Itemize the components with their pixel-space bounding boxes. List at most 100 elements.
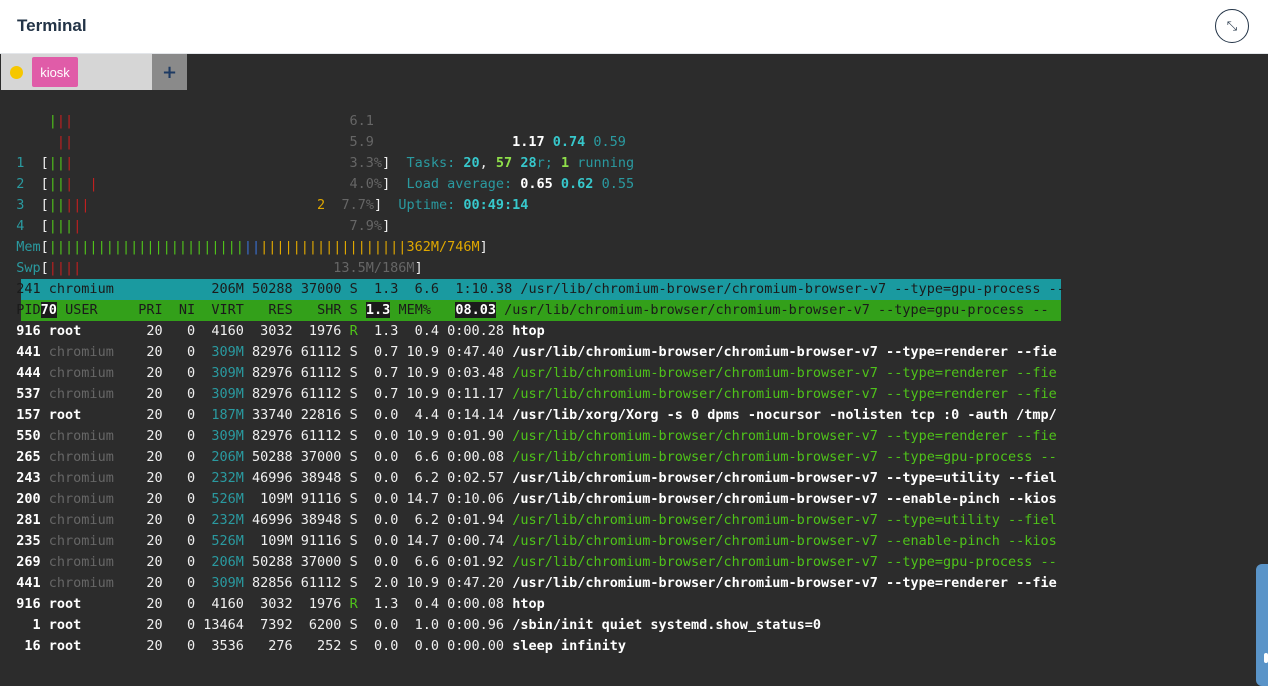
user-cell: chromium — [48, 386, 122, 402]
state-cell: S — [349, 365, 358, 381]
process-row[interactable]: 550 chromium 20 0 309M 82976 61112 S 0.0… — [0, 426, 1057, 447]
process-row[interactable]: 444 chromium 20 0 309M 82976 61112 S 0.7… — [0, 363, 1056, 384]
res-cell: 3032 — [243, 323, 293, 339]
user-cell: root — [48, 617, 122, 633]
virt-cell: 309M — [195, 344, 244, 360]
command-cell: /usr/lib/chromium-browser/chromium-brows… — [512, 449, 1057, 465]
terminal-output[interactable]: ||| 6.1 || 5.9 1.17 0.74 0.59 1 [||| 3.3… — [0, 90, 1268, 686]
user-cell: chromium — [48, 512, 122, 528]
pid-cell: 16 — [16, 638, 41, 654]
ni-cell: 0 — [162, 575, 196, 591]
user-cell: chromium — [48, 491, 122, 507]
shr-cell: 61112 — [292, 386, 342, 402]
shr-cell: 61112 — [292, 365, 342, 381]
time-cell: 0:01.94 — [439, 512, 505, 528]
shr-cell: 61112 — [292, 428, 342, 444]
cpu-cell: 0.0 — [357, 470, 399, 486]
process-row[interactable]: 16 root 20 0 3536 276 252 S 0.0 0.0 0:00… — [0, 636, 626, 657]
cpu-cell: 0.7 — [357, 365, 399, 381]
cpu-cell: 0.0 — [357, 638, 399, 654]
time-cell: 0:00.96 — [439, 617, 505, 633]
process-row[interactable]: 265 chromium 20 0 206M 50288 37000 S 0.0… — [0, 447, 1057, 468]
pri-cell: 20 — [121, 533, 163, 549]
virt-cell: 4160 — [195, 323, 244, 339]
command-cell: /sbin/init quiet systemd.show_status=0 — [512, 617, 822, 633]
pid-cell: 157 — [16, 407, 41, 423]
state-cell: S — [349, 491, 358, 507]
mem-cell: 14.7 — [398, 491, 440, 507]
ni-cell: 0 — [162, 407, 196, 423]
shr-cell: 91116 — [292, 491, 342, 507]
process-row[interactable]: 200 chromium 20 0 526M 109M 91116 S 0.0 … — [0, 489, 1057, 510]
shr-cell: 61112 — [292, 344, 342, 360]
process-row[interactable]: 916 root 20 0 4160 3032 1976 R 1.3 0.4 0… — [0, 594, 544, 615]
res-cell: 50288 — [243, 449, 293, 465]
cpu-bar-2: 2 [||| | 4.0%] Load average: 0.65 0.62 0… — [16, 176, 635, 192]
state-cell: S — [349, 386, 358, 402]
time-cell: 0:02.57 — [439, 470, 505, 486]
process-row[interactable]: 441 chromium 20 0 309M 82976 61112 S 0.7… — [0, 342, 1056, 363]
res-cell: 82976 — [243, 428, 293, 444]
state-cell: S — [349, 512, 358, 528]
process-row[interactable]: 235 chromium 20 0 526M 109M 91116 S 0.0 … — [0, 531, 1056, 552]
shr-cell: 37000 — [292, 449, 342, 465]
pri-cell: 20 — [121, 554, 163, 570]
time-cell: 0:47.20 — [439, 575, 505, 591]
pri-cell: 20 — [121, 470, 163, 486]
virt-cell: 206M — [195, 554, 244, 570]
mem-cell: 4.4 — [398, 407, 440, 423]
user-cell: chromium — [48, 365, 122, 381]
mem-cell: 6.6 — [398, 449, 440, 465]
time-cell: 0:00.74 — [439, 533, 505, 549]
process-row[interactable]: 916 root 20 0 4160 3032 1976 R 1.3 0.4 0… — [0, 321, 544, 342]
window-titlebar: Terminal ⤡ — [0, 0, 1268, 54]
user-cell: root — [48, 407, 122, 423]
pid-cell: 916 — [16, 323, 41, 339]
pid-cell: 444 — [16, 365, 41, 381]
cpu-graph-line: ||| 6.1 — [48, 113, 374, 129]
column-header-row[interactable]: PID70 USER PRI NI VIRT RES SHR S 1.3 MEM… — [0, 300, 1049, 321]
state-cell: S — [349, 470, 358, 486]
process-row[interactable]: 243 chromium 20 0 232M 46996 38948 S 0.0… — [0, 468, 1056, 489]
side-panel-handle[interactable] — [1256, 564, 1268, 686]
process-row[interactable]: 441 chromium 20 0 309M 82856 61112 S 2.0… — [0, 573, 1056, 594]
pid-cell: 243 — [16, 470, 41, 486]
cpu-cell: 0.0 — [357, 533, 399, 549]
shr-cell: 1976 — [292, 596, 342, 612]
res-cell: 82976 — [243, 365, 293, 381]
cpu-graph-line: || 5.9 1.17 0.74 0.59 — [56, 134, 626, 150]
process-row-selected[interactable]: 241 chromium 206M 50288 37000 S 1.3 6.6 … — [0, 279, 1065, 300]
process-row[interactable]: 1 root 20 0 13464 7392 6200 S 0.0 1.0 0:… — [0, 615, 822, 636]
user-cell: chromium — [48, 449, 122, 465]
pid-cell: 537 — [16, 386, 41, 402]
res-cell: 109M — [243, 533, 293, 549]
shr-cell: 37000 — [292, 554, 342, 570]
tab-kiosk[interactable]: kiosk — [32, 57, 78, 87]
process-row[interactable]: 269 chromium 20 0 206M 50288 37000 S 0.0… — [0, 552, 1056, 573]
command-cell: /usr/lib/chromium-browser/chromium-brows… — [512, 491, 1057, 507]
command-cell: sleep infinity — [512, 638, 626, 654]
time-cell: 0:01.90 — [439, 428, 505, 444]
mem-cell: 10.9 — [398, 575, 440, 591]
pid-cell: 441 — [16, 575, 41, 591]
mem-cell: 10.9 — [398, 344, 440, 360]
command-cell: /usr/lib/chromium-browser/chromium-brows… — [512, 428, 1057, 444]
time-cell: 0:01.92 — [439, 554, 505, 570]
state-cell: S — [349, 344, 358, 360]
ni-cell: 0 — [162, 344, 196, 360]
pid-cell: 1 — [16, 617, 41, 633]
time-cell: 0:03.48 — [439, 365, 505, 381]
process-row[interactable]: 281 chromium 20 0 232M 46996 38948 S 0.0… — [0, 510, 1056, 531]
collapse-arrows-icon[interactable]: ⤡ — [1215, 9, 1249, 43]
cpu-bar-3: 3 [||||| 2 7.7%] Uptime: 00:49:14 — [16, 197, 529, 213]
cpu-cell: 0.0 — [357, 407, 399, 423]
state-cell: S — [349, 575, 358, 591]
mem-cell: 0.4 — [398, 596, 440, 612]
ni-cell: 0 — [162, 365, 196, 381]
state-cell: S — [349, 533, 358, 549]
mem-cell: 0.4 — [398, 323, 440, 339]
add-tab-button[interactable]: + — [152, 54, 187, 90]
time-cell: 0:00.00 — [439, 638, 505, 654]
process-row[interactable]: 537 chromium 20 0 309M 82976 61112 S 0.7… — [0, 384, 1056, 405]
process-row[interactable]: 157 root 20 0 187M 33740 22816 S 0.0 4.4… — [0, 405, 1056, 426]
